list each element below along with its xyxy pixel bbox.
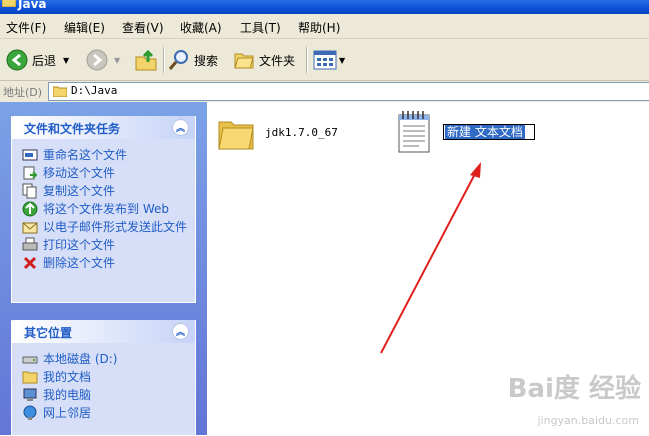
email-icon	[22, 222, 38, 234]
rename-selection: 新建 文本文档	[445, 125, 525, 139]
task-rename[interactable]: 重命名这个文件	[22, 147, 195, 163]
address-input[interactable]: D:\Java	[48, 82, 649, 101]
search-label: 搜索	[194, 53, 219, 68]
publish-web-icon	[22, 201, 38, 217]
my-documents-icon	[22, 371, 38, 384]
file-item-folder[interactable]	[217, 114, 255, 155]
task-label: 打印这个文件	[43, 238, 116, 252]
task-label: 将这个文件发布到 Web	[43, 202, 169, 216]
folder-icon	[2, 0, 16, 7]
task-move[interactable]: 移动这个文件	[22, 165, 195, 181]
address-bar: 地址(D) D:\Java	[0, 81, 649, 103]
copy-icon	[22, 183, 37, 199]
task-label: 复制这个文件	[43, 184, 116, 198]
task-label: 重命名这个文件	[43, 148, 128, 162]
watermark-logo: Bai度 经验	[507, 374, 641, 404]
delete-icon	[23, 256, 37, 270]
forward-dropdown-icon[interactable]: ▼	[114, 56, 120, 65]
rename-icon	[22, 149, 38, 161]
folders-label: 文件夹	[259, 53, 296, 68]
menu-favorites[interactable]: 收藏(A)	[180, 19, 222, 36]
window-title: Java	[18, 0, 47, 11]
task-label: 以电子邮件形式发送此文件	[43, 220, 188, 234]
search-icon	[168, 50, 188, 70]
watermark-url: jingyan.baidu.com	[537, 414, 639, 427]
place-label: 网上邻居	[43, 406, 92, 420]
search-button[interactable]: 搜索	[168, 47, 218, 73]
back-button[interactable]: 后退 ▼	[6, 47, 69, 73]
menu-view[interactable]: 查看(V)	[122, 19, 164, 36]
back-label: 后退	[32, 53, 57, 68]
rename-input[interactable]: 新建 文本文档	[443, 124, 535, 140]
folder-icon	[53, 86, 67, 97]
annotation-arrow	[380, 162, 481, 354]
views-dropdown-icon[interactable]: ▼	[339, 56, 345, 65]
file-tasks-title: 文件和文件夹任务	[24, 122, 121, 136]
place-my-computer[interactable]: 我的电脑	[22, 387, 195, 403]
address-label: 地址(D)	[3, 86, 43, 99]
network-icon	[23, 405, 37, 420]
forward-button[interactable]: ▼	[86, 47, 120, 73]
place-local-disk[interactable]: 本地磁盘 (D:)	[22, 351, 195, 367]
task-label: 移动这个文件	[43, 166, 116, 180]
toolbar: 后退 ▼ ▼ 搜索 文件夹 ▼	[0, 39, 649, 81]
place-my-documents[interactable]: 我的文档	[22, 369, 195, 385]
views-button[interactable]: ▼	[313, 47, 345, 73]
drive-icon	[22, 356, 38, 364]
my-computer-icon	[23, 388, 37, 401]
menu-edit[interactable]: 编辑(E)	[64, 19, 105, 36]
menu-help[interactable]: 帮助(H)	[298, 19, 340, 36]
back-arrow-icon	[6, 49, 28, 71]
file-item-text-document[interactable]	[397, 110, 431, 157]
task-delete[interactable]: 删除这个文件	[22, 255, 195, 271]
task-label: 删除这个文件	[43, 256, 116, 270]
collapse-chevron-icon[interactable]: ︽	[172, 323, 189, 340]
place-label: 本地磁盘 (D:)	[43, 352, 118, 366]
up-folder-button[interactable]	[134, 47, 158, 73]
title-bar[interactable]: Java	[0, 0, 649, 14]
task-copy[interactable]: 复制这个文件	[22, 183, 195, 199]
other-places-header[interactable]: 其它位置 ︽	[12, 320, 195, 343]
views-icon	[313, 50, 337, 70]
task-print[interactable]: 打印这个文件	[22, 237, 195, 253]
file-name[interactable]: jdk1.7.0_67	[265, 126, 338, 139]
collapse-chevron-icon[interactable]: ︽	[172, 119, 189, 136]
text-document-icon	[398, 111, 430, 153]
task-publish-web[interactable]: 将这个文件发布到 Web	[22, 201, 195, 217]
other-places-title: 其它位置	[24, 326, 73, 340]
file-tasks-panel: 文件和文件夹任务 ︽ 重命名这个文件 移动这个文件 复制这个文件 将这个文件发布…	[11, 116, 196, 303]
task-email[interactable]: 以电子邮件形式发送此文件	[22, 219, 195, 235]
task-pane: 文件和文件夹任务 ︽ 重命名这个文件 移动这个文件 复制这个文件 将这个文件发布…	[0, 102, 207, 436]
place-network[interactable]: 网上邻居	[22, 405, 195, 421]
folder-icon	[218, 121, 254, 150]
back-dropdown-icon[interactable]: ▼	[63, 56, 69, 65]
file-tasks-header[interactable]: 文件和文件夹任务 ︽	[12, 116, 195, 139]
menu-file[interactable]: 文件(F)	[6, 19, 46, 36]
folders-button[interactable]: 文件夹	[233, 47, 295, 73]
address-value: D:\Java	[71, 84, 118, 97]
forward-arrow-icon	[86, 49, 108, 71]
move-icon	[23, 166, 38, 180]
up-folder-icon	[135, 49, 157, 71]
menu-bar: 文件(F) 编辑(E) 查看(V) 收藏(A) 工具(T) 帮助(H)	[0, 14, 649, 39]
place-label: 我的文档	[43, 370, 92, 384]
place-label: 我的电脑	[43, 388, 92, 402]
other-places-panel: 其它位置 ︽ 本地磁盘 (D:) 我的文档 我的电脑 网上邻居	[11, 320, 196, 436]
menu-tools[interactable]: 工具(T)	[240, 19, 281, 36]
folders-icon	[234, 53, 254, 69]
print-icon	[22, 237, 38, 251]
file-list-area[interactable]: jdk1.7.0_67 新建 文本文档 Bai度 经验 jingyan.baid…	[207, 102, 649, 435]
